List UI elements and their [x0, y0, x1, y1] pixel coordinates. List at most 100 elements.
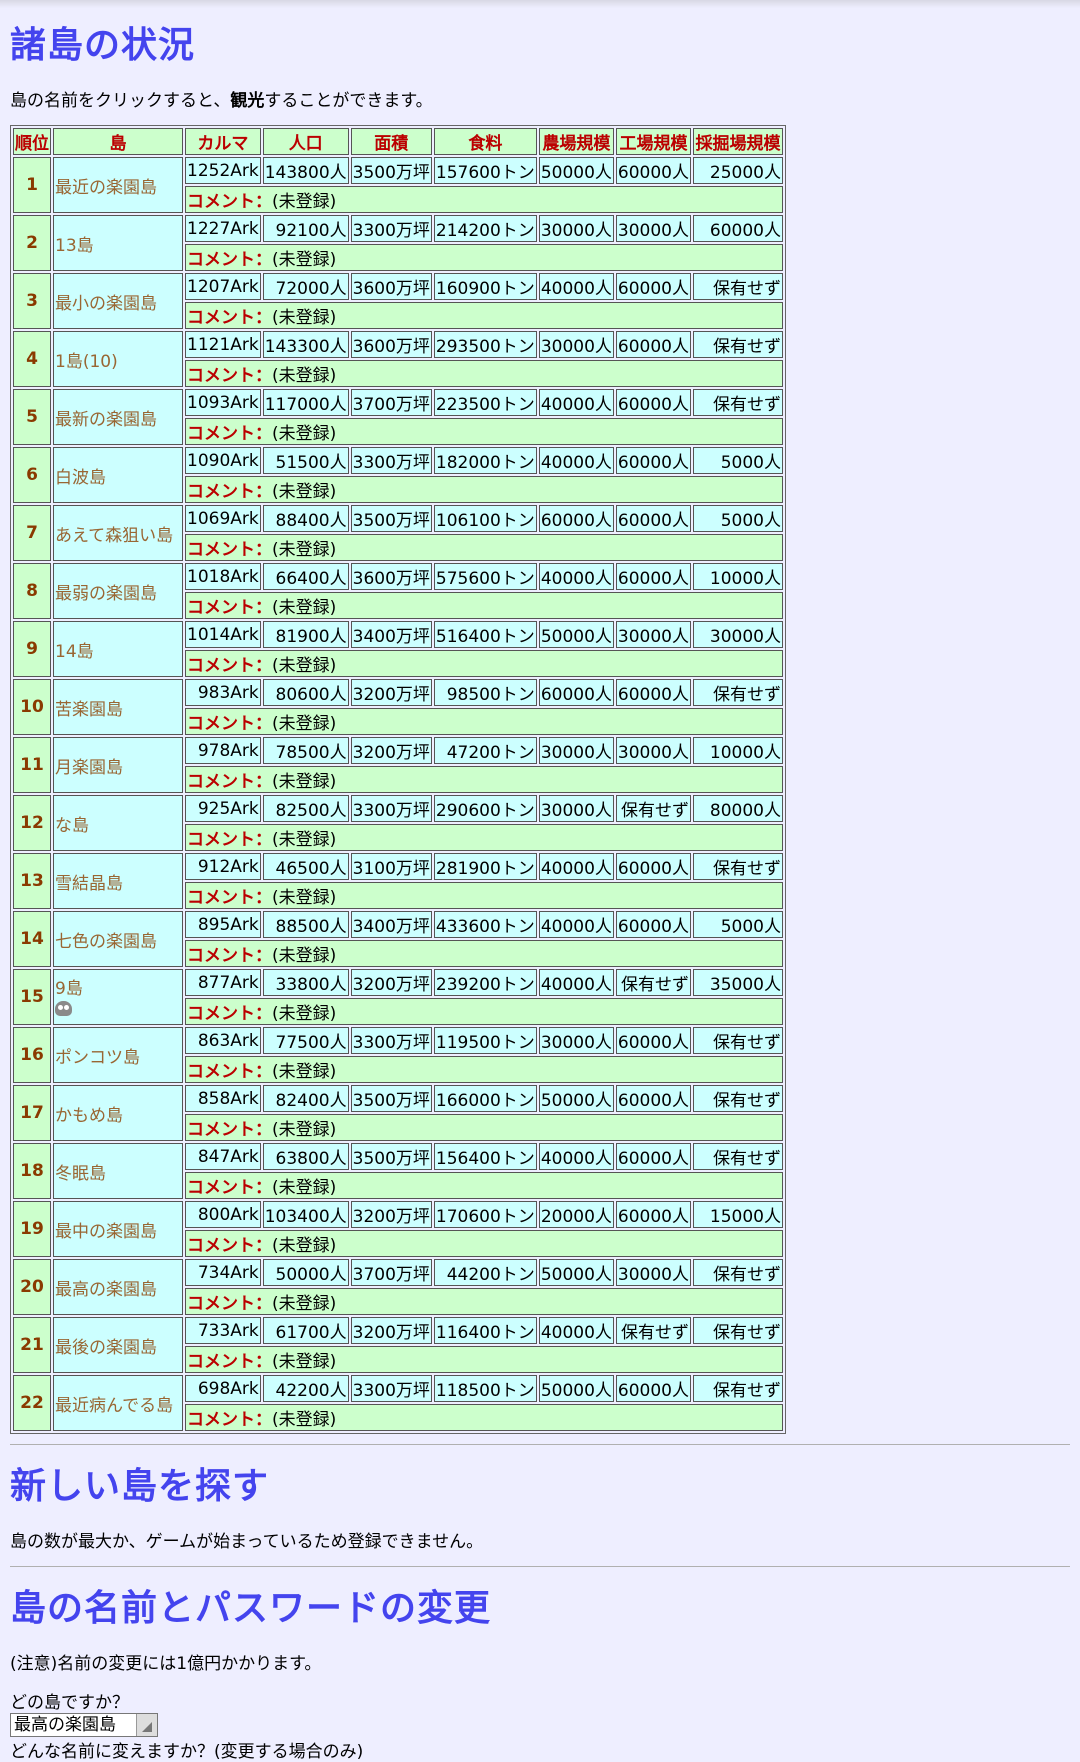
island-name-link[interactable]: 最弱の楽園島: [55, 584, 157, 604]
karma-cell: 1014Ark: [185, 621, 261, 648]
mine-cell: 保有せず: [693, 1317, 783, 1344]
karma-cell: 698Ark: [185, 1375, 261, 1402]
dropdown-arrow-icon: [136, 1714, 157, 1736]
rank-cell: 6: [13, 447, 51, 503]
area-cell: 3500万坪: [350, 1143, 432, 1170]
population-cell: 81900人: [262, 621, 349, 648]
rename-notice: (注意)名前の変更には1億円かかります。: [10, 1654, 322, 1674]
population-cell: 61700人: [262, 1317, 349, 1344]
farm-cell: 50000人: [538, 621, 614, 648]
island-name-link[interactable]: 白波島: [55, 468, 106, 488]
population-cell: 33800人: [262, 969, 349, 996]
population-cell: 42200人: [262, 1375, 349, 1402]
island-name-link[interactable]: ポンコツ島: [55, 1048, 140, 1068]
comment-text: (未登録): [272, 1352, 337, 1372]
island-select[interactable]: 最高の楽園島: [10, 1713, 158, 1737]
farm-cell: 50000人: [538, 1085, 614, 1112]
farm-cell: 40000人: [538, 273, 614, 300]
comment-text: (未登録): [272, 250, 337, 270]
rank-cell: 20: [13, 1259, 51, 1315]
mine-cell: 保有せず: [693, 1259, 783, 1286]
island-name-link[interactable]: 1島(10): [55, 352, 118, 372]
factory-cell: 60000人: [615, 157, 691, 184]
island-name-link[interactable]: 最中の楽園島: [55, 1222, 157, 1242]
island-name-link[interactable]: 最近病んでる島: [55, 1396, 173, 1416]
island-name-link[interactable]: 13島: [55, 236, 94, 256]
header-area: 面積: [350, 128, 432, 155]
population-cell: 77500人: [262, 1027, 349, 1054]
island-name-cell: 14島: [53, 621, 183, 677]
island-name-link[interactable]: 冬眠島: [55, 1164, 106, 1184]
island-name-cell: 冬眠島: [53, 1143, 183, 1199]
farm-cell: 40000人: [538, 1143, 614, 1170]
area-cell: 3200万坪: [350, 737, 432, 764]
mine-cell: 保有せず: [693, 853, 783, 880]
food-cell: 575600トン: [433, 563, 537, 590]
rank-cell: 14: [13, 911, 51, 967]
island-name-cell: 13島: [53, 215, 183, 271]
island-name-link[interactable]: 苦楽園島: [55, 700, 123, 720]
island-name-link[interactable]: 最後の楽園島: [55, 1338, 157, 1358]
comment-label: コメント：: [187, 308, 272, 328]
food-cell: 281900トン: [433, 853, 537, 880]
island-name-link[interactable]: 七色の楽園島: [55, 932, 157, 952]
island-name-link[interactable]: 月楽園島: [55, 758, 123, 778]
food-cell: 106100トン: [433, 505, 537, 532]
area-cell: 3600万坪: [350, 563, 432, 590]
island-name-link[interactable]: 最近の楽園島: [55, 178, 157, 198]
area-cell: 3500万坪: [350, 505, 432, 532]
island-row: 8 最弱の楽園島 1018Ark 66400人 3600万坪 575600トン 40000人…: [13, 563, 783, 619]
factory-cell: 60000人: [615, 331, 691, 358]
food-cell: 118500トン: [433, 1375, 537, 1402]
island-name-link[interactable]: 9島: [55, 979, 83, 999]
island-row: 18 冬眠島 847Ark 63800人 3500万坪 156400トン 40000人 600…: [13, 1143, 783, 1199]
factory-cell: 60000人: [615, 679, 691, 706]
population-cell: 80600人: [262, 679, 349, 706]
karma-cell: 1121Ark: [185, 331, 261, 358]
mine-cell: 保有せず: [693, 679, 783, 706]
karma-cell: 733Ark: [185, 1317, 261, 1344]
island-name-link[interactable]: な島: [55, 816, 89, 836]
karma-cell: 1093Ark: [185, 389, 261, 416]
island-name-link[interactable]: あえて森狙い島: [55, 526, 173, 546]
island-name-link[interactable]: かもめ島: [55, 1106, 123, 1126]
comment-label: コメント：: [187, 656, 272, 676]
new-island-title: 新しい島を探す: [10, 1466, 270, 1507]
rank-cell: 19: [13, 1201, 51, 1257]
island-name-link[interactable]: 雪結晶島: [55, 874, 123, 894]
island-name-link[interactable]: 最小の楽園島: [55, 294, 157, 314]
farm-cell: 60000人: [538, 505, 614, 532]
population-cell: 143300人: [262, 331, 349, 358]
island-row: 3 最小の楽園島 1207Ark 72000人 3600万坪 160900トン 40000人…: [13, 273, 783, 329]
comment-text: (未登録): [272, 888, 337, 908]
island-row: 15 9島 877Ark 33800人 3200万坪 239200トン 40000人 保有せず…: [13, 969, 783, 1025]
area-cell: 3300万坪: [350, 795, 432, 822]
island-row: 4 1島(10) 1121Ark 143300人 3600万坪 293500トン 30000…: [13, 331, 783, 387]
island-name-link[interactable]: 最新の楽園島: [55, 410, 157, 430]
island-name-cell: あえて森狙い島: [53, 505, 183, 561]
factory-cell: 60000人: [615, 563, 691, 590]
population-cell: 78500人: [262, 737, 349, 764]
island-row: 2 13島 1227Ark 92100人 3300万坪 214200トン 30000人 300…: [13, 215, 783, 271]
karma-cell: 1207Ark: [185, 273, 261, 300]
comment-cell: コメント：(未登録): [185, 1056, 783, 1083]
food-cell: 170600トン: [433, 1201, 537, 1228]
rank-cell: 11: [13, 737, 51, 793]
area-cell: 3300万坪: [350, 447, 432, 474]
island-name-link[interactable]: 14島: [55, 642, 94, 662]
farm-cell: 60000人: [538, 679, 614, 706]
comment-cell: コメント：(未登録): [185, 882, 783, 909]
island-name-link[interactable]: 最高の楽園島: [55, 1280, 157, 1300]
comment-cell: コメント：(未登録): [185, 1404, 783, 1431]
mine-cell: 5000人: [693, 911, 783, 938]
mine-cell: 5000人: [693, 447, 783, 474]
mine-cell: 25000人: [693, 157, 783, 184]
food-cell: 44200トン: [433, 1259, 537, 1286]
factory-cell: 30000人: [615, 621, 691, 648]
farm-cell: 30000人: [538, 1027, 614, 1054]
population-cell: 46500人: [262, 853, 349, 880]
area-cell: 3700万坪: [350, 1259, 432, 1286]
farm-cell: 20000人: [538, 1201, 614, 1228]
factory-cell: 60000人: [615, 389, 691, 416]
rank-cell: 5: [13, 389, 51, 445]
